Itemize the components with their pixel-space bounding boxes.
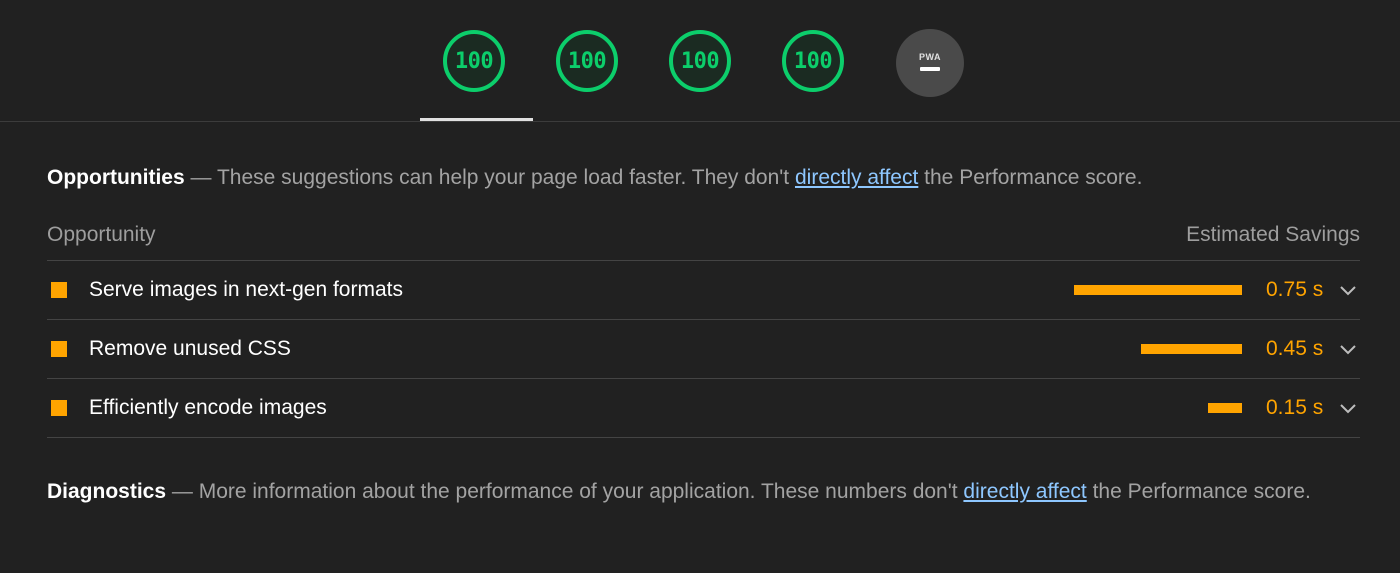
opportunities-description-end: the Performance score.	[918, 166, 1143, 189]
pwa-gauge[interactable]: PWA	[896, 29, 964, 97]
opportunities-header: Opportunities — These suggestions can he…	[47, 159, 1360, 197]
active-tab-indicator	[420, 118, 533, 121]
savings-bar-track	[1074, 344, 1242, 354]
diagnostics-header: Diagnostics — More information about the…	[47, 473, 1360, 511]
opportunities-table-header: Opportunity Estimated Savings	[47, 223, 1360, 261]
opportunity-label: Efficiently encode images	[89, 396, 327, 419]
opportunity-row[interactable]: Serve images in next-gen formats 0.75 s	[47, 261, 1360, 320]
score-value: 100	[680, 48, 720, 74]
average-square-icon	[51, 282, 67, 298]
savings-bar	[1141, 344, 1242, 354]
score-value: 100	[567, 48, 607, 74]
opportunity-label: Remove unused CSS	[89, 337, 291, 360]
savings-bar	[1074, 285, 1242, 295]
savings-value: 0.15 s	[1266, 396, 1324, 419]
savings-bar-track	[1074, 285, 1242, 295]
chevron-down-icon[interactable]	[1336, 278, 1360, 302]
score-value: 100	[454, 48, 494, 74]
pwa-label: PWA	[918, 51, 941, 62]
header-dash: —	[166, 480, 199, 503]
score-gauge-1[interactable]: 100	[443, 30, 505, 92]
savings-bar	[1208, 403, 1242, 413]
directly-affect-link[interactable]: directly affect	[963, 480, 1086, 503]
column-estimated-savings: Estimated Savings	[1186, 223, 1360, 246]
main-content: Opportunities — These suggestions can he…	[47, 122, 1360, 511]
average-square-icon	[51, 400, 67, 416]
score-gauge-2[interactable]: 100	[556, 30, 618, 92]
opportunities-title: Opportunities	[47, 166, 185, 189]
opportunity-row[interactable]: Efficiently encode images 0.15 s	[47, 379, 1360, 438]
average-square-icon	[51, 341, 67, 357]
diagnostics-description-end: the Performance score.	[1086, 480, 1311, 503]
column-opportunity: Opportunity	[47, 223, 156, 246]
opportunities-description: These suggestions can help your page loa…	[216, 166, 795, 189]
chevron-down-icon[interactable]	[1336, 396, 1360, 420]
header-dash: —	[184, 166, 217, 189]
directly-affect-link[interactable]: directly affect	[795, 166, 918, 189]
score-gauge-4[interactable]: 100	[782, 30, 844, 92]
opportunity-label: Serve images in next-gen formats	[89, 278, 403, 301]
score-value: 100	[793, 48, 833, 74]
score-gauges-bar: 100 100 100 100 PWA	[0, 0, 1400, 122]
savings-bar-track	[1074, 403, 1242, 413]
score-gauge-3[interactable]: 100	[669, 30, 731, 92]
opportunity-row[interactable]: Remove unused CSS 0.45 s	[47, 320, 1360, 379]
diagnostics-description: More information about the performance o…	[198, 480, 964, 503]
savings-value: 0.75 s	[1266, 278, 1324, 301]
savings-value: 0.45 s	[1266, 337, 1324, 360]
pwa-dash-icon	[920, 66, 940, 71]
diagnostics-title: Diagnostics	[47, 480, 167, 503]
chevron-down-icon[interactable]	[1336, 337, 1360, 361]
